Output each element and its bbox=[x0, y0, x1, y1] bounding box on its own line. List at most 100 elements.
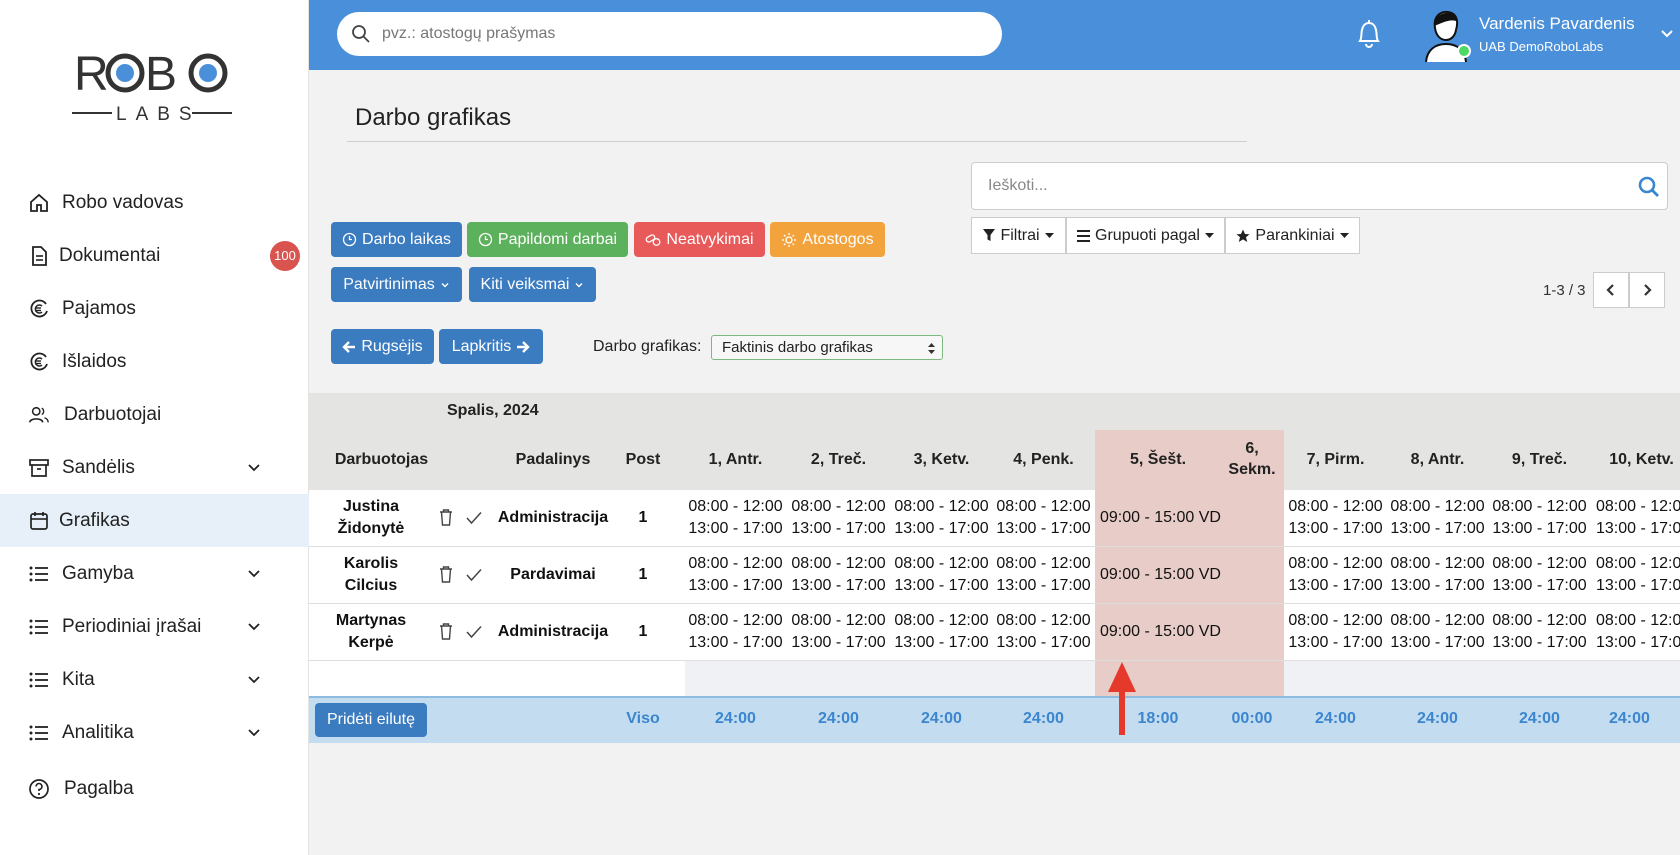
help-icon bbox=[28, 778, 50, 800]
sunday-shift-cell[interactable] bbox=[1209, 610, 1295, 654]
sidebar-item-periodiniai-irasai[interactable]: Periodiniai įrašai bbox=[0, 600, 309, 653]
add-row-button[interactable]: Pridėti eilutę bbox=[315, 703, 427, 737]
column-header-day-10: 10, Ketv. bbox=[1609, 451, 1674, 468]
column-header-day-5: 5, Šešt. bbox=[1129, 451, 1187, 468]
prev-month-button[interactable]: Rugsėjis bbox=[331, 329, 434, 364]
shift-cell[interactable]: 08:00 - 12:00 13:00 - 17:00 bbox=[1591, 610, 1680, 654]
post-cell[interactable]: 1 bbox=[615, 564, 671, 586]
shift-cell[interactable]: 08:00 - 12:00 13:00 - 17:00 bbox=[1489, 553, 1590, 597]
shift-cell[interactable]: 08:00 - 12:00 13:00 - 17:00 bbox=[891, 553, 992, 597]
shift-cell[interactable]: 08:00 - 12:00 13:00 - 17:00 bbox=[1591, 553, 1680, 597]
shift-morning: 08:00 - 12:00 bbox=[1288, 612, 1383, 629]
robolabs-logo[interactable]: R B LABS bbox=[72, 44, 232, 130]
shift-morning: 08:00 - 12:00 bbox=[996, 555, 1091, 572]
vacations-button[interactable]: Atostogos bbox=[770, 222, 885, 257]
sidebar-item-sandelis[interactable]: Sandėlis bbox=[0, 441, 309, 494]
sidebar-item-kita[interactable]: Kita bbox=[0, 653, 309, 706]
favorites-dropdown[interactable]: Parankiniai bbox=[1225, 217, 1360, 254]
notification-badge: 100 bbox=[270, 240, 300, 271]
pager-previous[interactable] bbox=[1593, 272, 1629, 308]
column-header-department[interactable]: Padalinys bbox=[500, 449, 606, 470]
shift-cell[interactable]: 08:00 - 12:00 13:00 - 17:00 bbox=[685, 496, 786, 540]
svg-text:B: B bbox=[145, 48, 177, 101]
sidebar-item-grafikas[interactable]: Grafikas bbox=[0, 494, 309, 547]
column-header-post[interactable]: Post bbox=[615, 449, 671, 470]
shift-cell[interactable]: 08:00 - 12:00 13:00 - 17:00 bbox=[1387, 553, 1488, 597]
shift-cell[interactable]: 08:00 - 12:00 13:00 - 17:00 bbox=[1387, 610, 1488, 654]
sidebar-item-darbuotojai[interactable]: Darbuotojai bbox=[0, 388, 309, 441]
pager-value[interactable]: 1-3 / 3 bbox=[1543, 282, 1586, 299]
shift-cell[interactable]: 08:00 - 12:00 13:00 - 17:00 bbox=[1285, 610, 1386, 654]
sidebar-item-label: Robo vadovas bbox=[62, 191, 184, 213]
sidebar-item-gamyba[interactable]: Gamyba bbox=[0, 547, 309, 600]
saturday-shift-cell[interactable]: 09:00 - 15:00 VD bbox=[1100, 564, 1221, 586]
shift-cell[interactable]: 08:00 - 12:00 13:00 - 17:00 bbox=[685, 553, 786, 597]
check-icon[interactable] bbox=[466, 625, 482, 639]
absences-button[interactable]: Neatvykimai bbox=[634, 222, 765, 257]
employee-name[interactable]: Justina Židonytė bbox=[309, 496, 433, 540]
employee-name[interactable]: Martynas Kerpė bbox=[309, 610, 433, 654]
saturday-shift-cell[interactable]: 09:00 - 15:00 VD bbox=[1100, 621, 1221, 643]
work-time-button[interactable]: Darbo laikas bbox=[331, 222, 462, 257]
shift-cell[interactable]: 08:00 - 12:00 13:00 - 17:00 bbox=[891, 496, 992, 540]
sidebar-item-islaidos[interactable]: Išlaidos bbox=[0, 335, 309, 388]
department-cell[interactable]: Pardavimai bbox=[492, 564, 614, 586]
bell-icon[interactable] bbox=[1355, 18, 1383, 50]
extra-work-button[interactable]: Papildomi darbai bbox=[467, 222, 628, 257]
column-header-employee[interactable]: Darbuotojas bbox=[309, 449, 454, 470]
post-cell[interactable]: 1 bbox=[615, 621, 671, 643]
shift-morning: 08:00 - 12:00 bbox=[1596, 555, 1680, 572]
shift-cell[interactable]: 08:00 - 12:00 13:00 - 17:00 bbox=[685, 610, 786, 654]
shift-cell[interactable]: 08:00 - 12:00 13:00 - 17:00 bbox=[1387, 496, 1488, 540]
saturday-shift-cell[interactable]: 09:00 - 15:00 VD bbox=[1100, 507, 1221, 529]
sunday-shift-cell[interactable] bbox=[1209, 496, 1295, 540]
shift-morning: 08:00 - 12:00 bbox=[688, 498, 783, 515]
shift-morning: 08:00 - 12:00 bbox=[1390, 555, 1485, 572]
shift-cell[interactable]: 08:00 - 12:00 13:00 - 17:00 bbox=[788, 553, 889, 597]
sunday-shift-cell[interactable] bbox=[1209, 553, 1295, 597]
search-input[interactable] bbox=[382, 12, 982, 56]
caret-down-icon bbox=[1044, 232, 1054, 238]
shift-cell[interactable]: 08:00 - 12:00 13:00 - 17:00 bbox=[1285, 553, 1386, 597]
shift-afternoon: 13:00 - 17:00 bbox=[688, 634, 783, 651]
sidebar-item-pajamos[interactable]: Pajamos bbox=[0, 282, 309, 335]
shift-cell[interactable]: 08:00 - 12:00 13:00 - 17:00 bbox=[1489, 610, 1590, 654]
sidebar-item-dokumentai[interactable]: Dokumentai 100 bbox=[0, 229, 309, 282]
employee-first-name: Karolis bbox=[343, 555, 399, 572]
pager-next[interactable] bbox=[1629, 272, 1665, 308]
trash-icon[interactable] bbox=[438, 565, 454, 583]
trash-icon[interactable] bbox=[438, 622, 454, 640]
sidebar-item-pagalba[interactable]: Pagalba bbox=[0, 762, 309, 815]
check-icon[interactable] bbox=[466, 568, 482, 582]
schedule-type-select[interactable]: Faktinis darbo grafikas bbox=[711, 335, 943, 360]
department-cell[interactable]: Administracija bbox=[492, 621, 614, 643]
other-actions-dropdown[interactable]: Kiti veiksmai bbox=[469, 267, 596, 302]
shift-cell[interactable]: 08:00 - 12:00 13:00 - 17:00 bbox=[788, 496, 889, 540]
next-month-button[interactable]: Lapkritis bbox=[439, 329, 543, 364]
user-name[interactable]: Vardenis Pavardenis bbox=[1479, 14, 1635, 34]
shift-cell[interactable]: 08:00 - 12:00 13:00 - 17:00 bbox=[1591, 496, 1680, 540]
chevron-down-icon[interactable] bbox=[1659, 26, 1675, 42]
shift-cell[interactable]: 08:00 - 12:00 13:00 - 17:00 bbox=[993, 496, 1094, 540]
shift-cell[interactable]: 08:00 - 12:00 13:00 - 17:00 bbox=[1285, 496, 1386, 540]
confirmation-dropdown[interactable]: Patvirtinimas bbox=[331, 267, 462, 302]
shift-cell[interactable]: 08:00 - 12:00 13:00 - 17:00 bbox=[1489, 496, 1590, 540]
filters-dropdown[interactable]: Filtrai bbox=[971, 217, 1066, 254]
post-cell[interactable]: 1 bbox=[615, 507, 671, 529]
employee-name[interactable]: Karolis Cilcius bbox=[309, 553, 433, 597]
records-search-input[interactable] bbox=[988, 163, 1608, 209]
column-header-day-7: 7, Pirm. bbox=[1306, 451, 1365, 468]
trash-icon[interactable] bbox=[438, 508, 454, 526]
shift-cell[interactable]: 08:00 - 12:00 13:00 - 17:00 bbox=[891, 610, 992, 654]
check-icon[interactable] bbox=[466, 511, 482, 525]
group-by-dropdown[interactable]: Grupuoti pagal bbox=[1066, 217, 1225, 254]
shift-cell[interactable]: 08:00 - 12:00 13:00 - 17:00 bbox=[993, 610, 1094, 654]
arrow-left-icon bbox=[342, 340, 356, 353]
search-icon[interactable] bbox=[1637, 175, 1661, 199]
department-cell[interactable]: Administracija bbox=[492, 507, 614, 529]
shift-cell[interactable]: 08:00 - 12:00 13:00 - 17:00 bbox=[993, 553, 1094, 597]
empty-row-area bbox=[309, 661, 685, 696]
sidebar-item-analitika[interactable]: Analitika bbox=[0, 706, 309, 759]
sidebar-item-robo-vadovas[interactable]: Robo vadovas bbox=[0, 176, 309, 229]
shift-cell[interactable]: 08:00 - 12:00 13:00 - 17:00 bbox=[788, 610, 889, 654]
